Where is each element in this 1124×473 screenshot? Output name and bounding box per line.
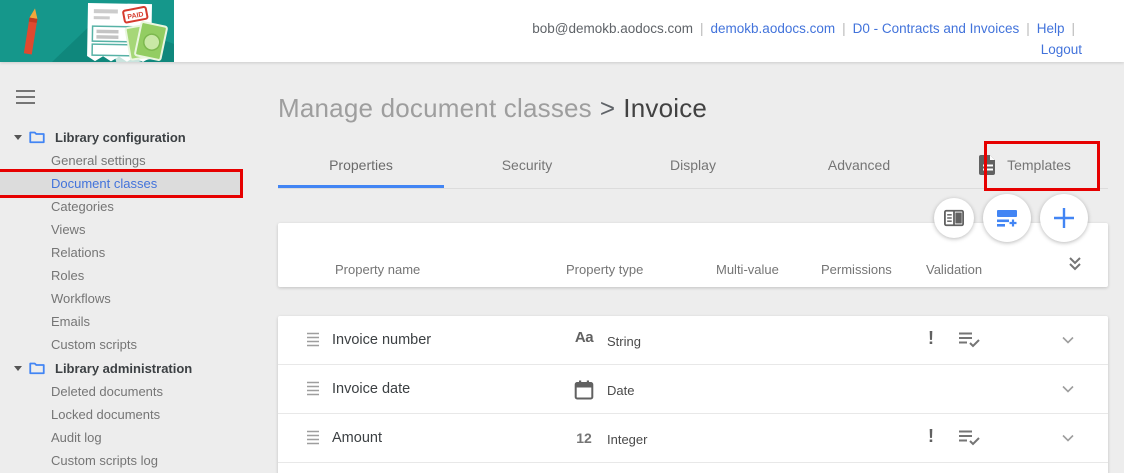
property-type-label: Date bbox=[607, 383, 635, 398]
sidebar-item-categories[interactable]: Categories bbox=[0, 195, 278, 218]
toolbar bbox=[278, 194, 1088, 242]
sidebar-item-roles[interactable]: Roles bbox=[0, 264, 278, 287]
account-bar: bob@demokb.aodocs.com | demokb.aodocs.com |… bbox=[532, 21, 1082, 57]
expand-row-button[interactable] bbox=[1058, 379, 1078, 402]
sidebar-item-general-settings[interactable]: General settings bbox=[0, 149, 278, 172]
validation-icon bbox=[959, 430, 980, 446]
column-header-property-name: Property name bbox=[335, 262, 421, 277]
sidebar-item-deleted-documents[interactable]: Deleted documents bbox=[0, 380, 278, 403]
double-chevron-down-icon bbox=[1069, 257, 1081, 271]
chevron-down-icon bbox=[1062, 434, 1074, 442]
menu-icon[interactable] bbox=[16, 90, 35, 104]
property-type-label: Integer bbox=[607, 432, 648, 447]
expand-all-button[interactable] bbox=[1064, 253, 1086, 278]
property-name: Amount bbox=[332, 430, 382, 446]
property-row-invoice-date: Invoice date Date bbox=[278, 365, 1108, 414]
chevron-down-icon bbox=[1062, 385, 1074, 393]
sidebar-item-workflows[interactable]: Workflows bbox=[0, 287, 278, 310]
tab-security[interactable]: Security bbox=[444, 141, 610, 188]
book-icon bbox=[944, 209, 964, 227]
page-title: Invoice bbox=[623, 93, 708, 123]
main-content: Manage document classes > Invoice Properti… bbox=[278, 62, 1124, 473]
column-header-multi-value: Multi-value bbox=[716, 262, 779, 277]
user-email: bob@demokb.aodocs.com bbox=[532, 21, 694, 36]
library-link[interactable]: D0 - Contracts and Invoices bbox=[853, 21, 1020, 36]
integer-type-icon: 12 bbox=[576, 430, 592, 446]
sidebar-item-views[interactable]: Views bbox=[0, 218, 278, 241]
column-header-validation: Validation bbox=[926, 262, 983, 277]
breadcrumb: Manage document classes > Invoice bbox=[278, 93, 1108, 124]
sidebar-item-custom-scripts-log[interactable]: Custom scripts log bbox=[0, 449, 278, 472]
tab-properties[interactable]: Properties bbox=[278, 141, 444, 188]
property-table: Invoice number Aa String ! Invoice date … bbox=[278, 316, 1108, 473]
chevron-down-icon bbox=[1062, 336, 1074, 344]
sidebar-item-locked-documents[interactable]: Locked documents bbox=[0, 403, 278, 426]
caret-down-icon[interactable] bbox=[14, 365, 22, 371]
drag-handle-icon[interactable] bbox=[306, 430, 320, 446]
column-header-permissions: Permissions bbox=[821, 262, 892, 277]
tab-templates[interactable]: Templates bbox=[942, 141, 1108, 191]
tab-advanced[interactable]: Advanced bbox=[776, 141, 942, 188]
add-property-button[interactable] bbox=[1040, 194, 1088, 242]
tab-bar: Properties Security Display Advanced Tem… bbox=[278, 141, 1108, 191]
plus-icon bbox=[1054, 208, 1074, 228]
expand-row-button[interactable] bbox=[1058, 428, 1078, 451]
property-row-invoice-number: Invoice number Aa String ! bbox=[278, 316, 1108, 365]
sidebar-section-library-administration[interactable]: Library administration bbox=[0, 356, 278, 380]
drag-handle-icon[interactable] bbox=[306, 381, 320, 397]
string-type-icon: Aa bbox=[574, 329, 594, 346]
navigation-tree: Library configuration General settings D… bbox=[0, 125, 278, 472]
sidebar-item-relations[interactable]: Relations bbox=[0, 241, 278, 264]
property-type-label: String bbox=[607, 334, 641, 349]
tab-display[interactable]: Display bbox=[610, 141, 776, 188]
reader-mode-button[interactable] bbox=[934, 198, 974, 238]
sidebar-item-emails[interactable]: Emails bbox=[0, 310, 278, 333]
property-row-partial bbox=[278, 463, 1108, 473]
breadcrumb-parent[interactable]: Manage document classes bbox=[278, 93, 592, 123]
folder-icon bbox=[29, 362, 45, 375]
domain-link[interactable]: demokb.aodocs.com bbox=[711, 21, 836, 36]
caret-down-icon[interactable] bbox=[14, 134, 22, 140]
help-link[interactable]: Help bbox=[1037, 21, 1065, 36]
validation-icon bbox=[959, 332, 980, 348]
breadcrumb-separator: > bbox=[599, 93, 616, 123]
document-icon bbox=[979, 154, 996, 175]
top-header: PAID $$$ bob@demokb.aodocs.com|demokb.ao… bbox=[0, 0, 1124, 68]
column-header-property-type: Property type bbox=[566, 262, 644, 277]
sidebar-item-audit-log[interactable]: Audit log bbox=[0, 426, 278, 449]
logo-illustration: PAID $$$ bbox=[0, 0, 174, 68]
logout-link[interactable]: Logout bbox=[1041, 42, 1082, 57]
date-type-icon bbox=[574, 380, 594, 400]
property-name: Invoice number bbox=[332, 332, 432, 348]
required-icon: ! bbox=[928, 426, 934, 446]
expand-row-button[interactable] bbox=[1058, 330, 1078, 353]
sidebar-item-custom-scripts[interactable]: Custom scripts bbox=[0, 333, 278, 356]
property-name: Invoice date bbox=[332, 381, 411, 397]
sidebar: Library configuration General settings D… bbox=[0, 62, 278, 473]
drag-handle-icon[interactable] bbox=[306, 332, 320, 348]
sidebar-item-document-classes[interactable]: Document classes bbox=[0, 169, 243, 198]
folder-icon bbox=[29, 131, 45, 144]
aodocs-invoice-logo[interactable]: PAID $$$ bbox=[0, 0, 174, 68]
property-row-amount: Amount 12 Integer ! bbox=[278, 414, 1108, 463]
money-icon bbox=[124, 21, 168, 61]
add-property-set-button[interactable] bbox=[983, 194, 1031, 242]
sidebar-section-library-configuration[interactable]: Library configuration bbox=[0, 125, 278, 149]
required-icon: ! bbox=[928, 328, 934, 348]
add-table-icon bbox=[997, 210, 1017, 227]
